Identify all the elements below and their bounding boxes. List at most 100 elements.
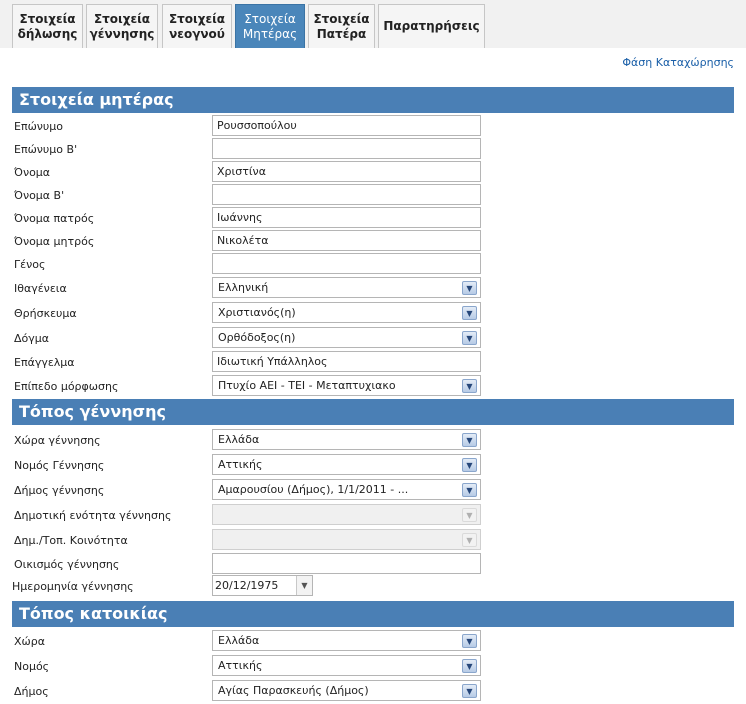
birth-community-select: ▼ bbox=[212, 529, 481, 550]
profession-row: Επάγγελμα bbox=[0, 351, 746, 374]
birth-settlement-input[interactable] bbox=[212, 553, 481, 574]
residence-municipality-select[interactable]: Αγίας Παρασκευής (Δήμος) ▼ bbox=[212, 680, 481, 701]
tab-newborn-details[interactable]: Στοιχεία νεογνού bbox=[162, 4, 232, 48]
calendar-dropdown-icon[interactable]: ▼ bbox=[296, 576, 312, 595]
name-row: Όνομα bbox=[0, 161, 746, 184]
chevron-down-icon[interactable]: ▼ bbox=[462, 634, 477, 648]
name-b-row: Όνομα Β' bbox=[0, 184, 746, 207]
chevron-down-icon[interactable]: ▼ bbox=[462, 306, 477, 320]
residence-prefecture-select[interactable]: Αττικής ▼ bbox=[212, 655, 481, 676]
birth-place-section-header: Τόπος γέννησης bbox=[12, 399, 734, 425]
religion-select[interactable]: Χριστιανός(η) ▼ bbox=[212, 302, 481, 323]
birth-country-row: Χώρα γέννησης Ελλάδα ▼ bbox=[0, 429, 746, 452]
genos-label: Γένος bbox=[14, 258, 46, 271]
residence-country-label: Χώρα bbox=[14, 635, 45, 648]
residence-municipality-row: Δήμος Αγίας Παρασκευής (Δήμος) ▼ bbox=[0, 680, 746, 703]
residence-municipality-label: Δήμος bbox=[14, 685, 49, 698]
residence-prefecture-value: Αττικής bbox=[218, 659, 263, 672]
nationality-select[interactable]: Ελληνική ▼ bbox=[212, 277, 481, 298]
birth-municipal-unit-select: ▼ bbox=[212, 504, 481, 525]
religion-label: Θρήσκευμα bbox=[14, 307, 77, 320]
birth-municipality-select[interactable]: Αμαρουσίου (Δήμος), 1/1/2011 - ... ▼ bbox=[212, 479, 481, 500]
tab-birth-details[interactable]: Στοιχεία γέννησης bbox=[86, 4, 158, 48]
education-row: Επίπεδο μόρφωσης Πτυχίο ΑΕΙ - ΤΕΙ - Μετα… bbox=[0, 375, 746, 398]
birth-municipality-label: Δήμος γέννησης bbox=[14, 484, 105, 497]
birth-date-value: 20/12/1975 bbox=[215, 579, 279, 592]
chevron-down-icon[interactable]: ▼ bbox=[462, 659, 477, 673]
father-name-row: Όνομα πατρός bbox=[0, 207, 746, 230]
chevron-down-icon: ▼ bbox=[462, 508, 477, 522]
birth-date-row: Ημερομηνία γέννησης 20/12/1975 ▼ bbox=[0, 575, 746, 598]
birth-country-value: Ελλάδα bbox=[218, 433, 260, 446]
nationality-label: Ιθαγένεια bbox=[14, 282, 67, 295]
mother-name-input[interactable] bbox=[212, 230, 481, 251]
birth-country-select[interactable]: Ελλάδα ▼ bbox=[212, 429, 481, 450]
tab-bar: Στοιχεία δήλωσης Στοιχεία γέννησης Στοιχ… bbox=[0, 0, 746, 48]
residence-prefecture-row: Νομός Αττικής ▼ bbox=[0, 655, 746, 678]
residence-prefecture-label: Νομός bbox=[14, 660, 50, 673]
tab-father-details[interactable]: Στοιχεία Πατέρα bbox=[308, 4, 375, 48]
birth-date-label: Ημερομηνία γέννησης bbox=[12, 580, 134, 593]
birth-settlement-row: Οικισμός γέννησης bbox=[0, 553, 746, 576]
chevron-down-icon[interactable]: ▼ bbox=[462, 684, 477, 698]
genos-input[interactable] bbox=[212, 253, 481, 274]
mother-section-header: Στοιχεία μητέρας bbox=[12, 87, 734, 113]
profession-label: Επάγγελμα bbox=[14, 356, 75, 369]
birth-community-label: Δημ./Τοπ. Κοινότητα bbox=[14, 534, 128, 547]
nationality-row: Ιθαγένεια Ελληνική ▼ bbox=[0, 277, 746, 300]
birth-municipal-unit-label: Δημοτική ενότητα γέννησης bbox=[14, 509, 172, 522]
registration-phase-link[interactable]: Φάση Καταχώρησης bbox=[622, 56, 734, 69]
education-label: Επίπεδο μόρφωσης bbox=[14, 380, 119, 393]
religion-row: Θρήσκευμα Χριστιανός(η) ▼ bbox=[0, 302, 746, 325]
chevron-down-icon[interactable]: ▼ bbox=[462, 379, 477, 393]
birth-prefecture-value: Αττικής bbox=[218, 458, 263, 471]
birth-municipality-value: Αμαρουσίου (Δήμος), 1/1/2011 - ... bbox=[218, 483, 409, 496]
tab-mother-details[interactable]: Στοιχεία Μητέρας bbox=[235, 4, 305, 48]
chevron-down-icon[interactable]: ▼ bbox=[462, 331, 477, 345]
chevron-down-icon[interactable]: ▼ bbox=[462, 458, 477, 472]
birth-prefecture-select[interactable]: Αττικής ▼ bbox=[212, 454, 481, 475]
residence-country-select[interactable]: Ελλάδα ▼ bbox=[212, 630, 481, 651]
chevron-down-icon: ▼ bbox=[462, 533, 477, 547]
surname-row: Επώνυμο bbox=[0, 115, 746, 138]
surname-label: Επώνυμο bbox=[14, 120, 64, 133]
surname-b-label: Επώνυμο Β' bbox=[14, 143, 78, 156]
surname-input[interactable] bbox=[212, 115, 481, 136]
chevron-down-icon[interactable]: ▼ bbox=[462, 433, 477, 447]
residence-country-row: Χώρα Ελλάδα ▼ bbox=[0, 630, 746, 653]
name-b-label: Όνομα Β' bbox=[14, 189, 65, 202]
birth-municipality-row: Δήμος γέννησης Αμαρουσίου (Δήμος), 1/1/2… bbox=[0, 479, 746, 502]
dogma-select[interactable]: Ορθόδοξος(η) ▼ bbox=[212, 327, 481, 348]
tab-declaration-details[interactable]: Στοιχεία δήλωσης bbox=[12, 4, 83, 48]
birth-settlement-label: Οικισμός γέννησης bbox=[14, 558, 120, 571]
surname-b-row: Επώνυμο Β' bbox=[0, 138, 746, 161]
mother-name-row: Όνομα μητρός bbox=[0, 230, 746, 253]
education-value: Πτυχίο ΑΕΙ - ΤΕΙ - Μεταπτυχιακο bbox=[218, 379, 396, 392]
father-name-label: Όνομα πατρός bbox=[14, 212, 95, 225]
residence-section-header: Τόπος κατοικίας bbox=[12, 601, 734, 627]
tab-remarks[interactable]: Παρατηρήσεις bbox=[378, 4, 485, 48]
birth-prefecture-label: Νομός Γέννησης bbox=[14, 459, 105, 472]
surname-b-input[interactable] bbox=[212, 138, 481, 159]
mother-name-label: Όνομα μητρός bbox=[14, 235, 95, 248]
birth-municipal-unit-row: Δημοτική ενότητα γέννησης ▼ bbox=[0, 504, 746, 527]
birth-prefecture-row: Νομός Γέννησης Αττικής ▼ bbox=[0, 454, 746, 477]
dogma-row: Δόγμα Ορθόδοξος(η) ▼ bbox=[0, 327, 746, 350]
name-label: Όνομα bbox=[14, 166, 51, 179]
chevron-down-icon[interactable]: ▼ bbox=[462, 281, 477, 295]
chevron-down-icon[interactable]: ▼ bbox=[462, 483, 477, 497]
education-select[interactable]: Πτυχίο ΑΕΙ - ΤΕΙ - Μεταπτυχιακο ▼ bbox=[212, 375, 481, 396]
birth-community-row: Δημ./Τοπ. Κοινότητα ▼ bbox=[0, 529, 746, 552]
religion-value: Χριστιανός(η) bbox=[218, 306, 296, 319]
dogma-value: Ορθόδοξος(η) bbox=[218, 331, 296, 344]
profession-input[interactable] bbox=[212, 351, 481, 372]
birth-date-picker[interactable]: 20/12/1975 ▼ bbox=[212, 575, 313, 596]
nationality-value: Ελληνική bbox=[218, 281, 269, 294]
dogma-label: Δόγμα bbox=[14, 332, 50, 345]
genos-row: Γένος bbox=[0, 253, 746, 276]
birth-country-label: Χώρα γέννησης bbox=[14, 434, 101, 447]
residence-country-value: Ελλάδα bbox=[218, 634, 260, 647]
name-b-input[interactable] bbox=[212, 184, 481, 205]
father-name-input[interactable] bbox=[212, 207, 481, 228]
name-input[interactable] bbox=[212, 161, 481, 182]
